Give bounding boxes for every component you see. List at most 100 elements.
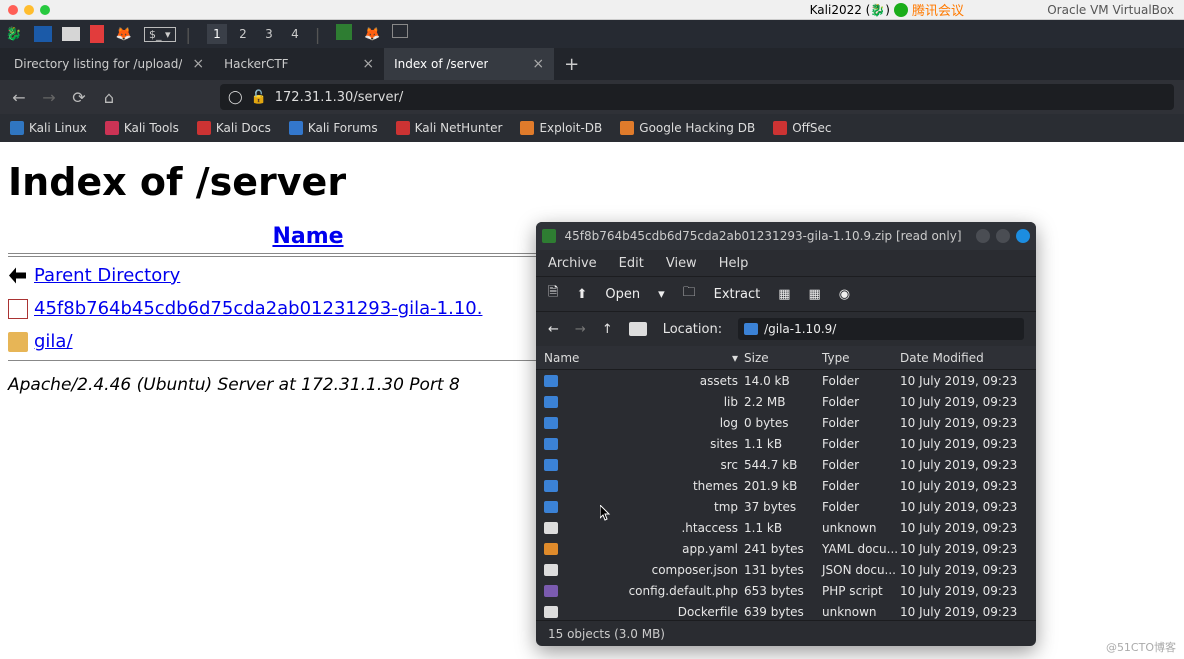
bookmark-kali-linux[interactable]: Kali Linux	[10, 121, 87, 135]
minimize-dot[interactable]	[24, 5, 34, 15]
tab-label: Directory listing for /upload/	[14, 57, 182, 71]
archive-app-icon	[542, 229, 556, 243]
reload-icon[interactable]: ⟳	[70, 88, 88, 107]
zip-file-icon	[8, 299, 28, 319]
terminal-dropdown-icon[interactable]: $_ ▾	[144, 27, 176, 42]
menu-help[interactable]: Help	[719, 256, 749, 271]
terminal-running-icon[interactable]	[392, 24, 408, 38]
dir-link[interactable]: gila/	[34, 331, 73, 352]
menu-archive[interactable]: Archive	[548, 256, 597, 271]
file-row[interactable]: composer.json131 bytesJSON docu...10 Jul…	[536, 559, 1036, 580]
text-editor-icon[interactable]	[90, 25, 104, 43]
close-icon[interactable]: ×	[192, 56, 204, 72]
close-button[interactable]	[1016, 229, 1030, 243]
workspace-4[interactable]: 4	[285, 24, 305, 44]
file-row[interactable]: config.default.php653 bytesPHP script10 …	[536, 580, 1036, 601]
bookmark-label: Kali Forums	[308, 121, 378, 135]
loc-forward-icon[interactable]: →	[575, 322, 586, 337]
file-type: Folder	[822, 416, 900, 430]
taskbar-app-1[interactable]	[34, 26, 52, 42]
bookmark-label: Exploit-DB	[539, 121, 602, 135]
workspace-1[interactable]: 1	[207, 24, 227, 44]
shield-icon[interactable]: ◯	[228, 90, 243, 105]
close-dot[interactable]	[8, 5, 18, 15]
file-row[interactable]: Dockerfile639 bytesunknown10 July 2019, …	[536, 601, 1036, 620]
file-row[interactable]: tmp37 bytesFolder10 July 2019, 09:23	[536, 496, 1036, 517]
back-icon[interactable]: ←	[10, 88, 28, 107]
kali-menu-icon[interactable]: 🐉	[4, 24, 24, 44]
workspace-2[interactable]: 2	[233, 24, 253, 44]
extract-icon[interactable]: 🗀	[683, 283, 696, 305]
col-size-header[interactable]: Size	[744, 351, 822, 365]
dir-link[interactable]: 45f8b764b45cdb6d75cda2ab01231293-gila-1.…	[34, 298, 482, 319]
col-date-header[interactable]: Date Modified	[900, 351, 1028, 365]
menu-edit[interactable]: Edit	[619, 256, 644, 271]
name-sort-link[interactable]: Name	[272, 224, 343, 249]
file-name: themes	[693, 479, 738, 493]
loc-back-icon[interactable]: ←	[548, 322, 559, 337]
file-row[interactable]: sites1.1 kBFolder10 July 2019, 09:23	[536, 433, 1036, 454]
file-type-icon	[544, 480, 558, 492]
bookmark-offsec[interactable]: OffSec	[773, 121, 831, 135]
toolbar-stop-icon[interactable]: ◉	[839, 287, 850, 302]
bookmark-kali-tools[interactable]: Kali Tools	[105, 121, 179, 135]
file-row[interactable]: assets14.0 kBFolder10 July 2019, 09:23	[536, 370, 1036, 391]
location-input[interactable]: /gila-1.10.9/	[738, 318, 1024, 340]
file-row[interactable]: log0 bytesFolder10 July 2019, 09:23	[536, 412, 1036, 433]
file-row[interactable]: .htaccess1.1 kBunknown10 July 2019, 09:2…	[536, 517, 1036, 538]
archive-titlebar[interactable]: 45f8b764b45cdb6d75cda2ab01231293-gila-1.…	[536, 222, 1036, 250]
insecure-lock-icon[interactable]: 🔓	[251, 90, 267, 105]
bookmark-exploit-db[interactable]: Exploit-DB	[520, 121, 602, 135]
archive-running-icon[interactable]	[336, 24, 352, 40]
bookmark-label: OffSec	[792, 121, 831, 135]
bookmark-google-hacking-db[interactable]: Google Hacking DB	[620, 121, 755, 135]
directory-listing: Name Parent Directory 45f8b764b45cdb6d75c…	[8, 224, 608, 361]
toolbar-icon-2[interactable]: ▦	[809, 287, 821, 302]
file-manager-icon[interactable]	[62, 27, 80, 41]
dir-link[interactable]: Parent Directory	[34, 265, 180, 286]
maximize-dot[interactable]	[40, 5, 50, 15]
new-archive-icon[interactable]: 🗎	[548, 283, 558, 305]
file-type: unknown	[822, 605, 900, 619]
file-row[interactable]: themes201.9 kBFolder10 July 2019, 09:23	[536, 475, 1036, 496]
address-bar[interactable]: ◯ 🔓 172.31.1.30/server/	[220, 84, 1174, 110]
add-files-icon[interactable]: ⬆	[576, 287, 587, 302]
open-button[interactable]: Open	[605, 287, 640, 302]
file-date: 10 July 2019, 09:23	[900, 500, 1028, 514]
tab-index-of-server[interactable]: Index of /server ×	[384, 48, 554, 80]
new-tab-button[interactable]: +	[554, 54, 589, 75]
firefox-icon[interactable]: 🦊	[114, 24, 134, 44]
forward-icon[interactable]: →	[40, 88, 58, 107]
loc-up-icon[interactable]: ↑	[602, 322, 613, 337]
firefox-running-icon[interactable]: 🦊	[362, 24, 382, 44]
extract-button[interactable]: Extract	[714, 287, 761, 302]
file-name: tmp	[714, 500, 738, 514]
close-icon[interactable]: ×	[532, 56, 544, 72]
menu-view[interactable]: View	[666, 256, 697, 271]
tab-directory-listing[interactable]: Directory listing for /upload/ ×	[4, 48, 214, 80]
file-row[interactable]: app.yaml241 bytesYAML docu...10 July 201…	[536, 538, 1036, 559]
bookmark-kali-forums[interactable]: Kali Forums	[289, 121, 378, 135]
dir-entry: Parent Directory	[8, 259, 608, 292]
loc-home-icon[interactable]	[629, 322, 647, 336]
toolbar-icon-1[interactable]: ▦	[778, 287, 790, 302]
file-type-icon	[544, 522, 558, 534]
file-row[interactable]: src544.7 kBFolder10 July 2019, 09:23	[536, 454, 1036, 475]
col-name-header[interactable]: Name ▾	[544, 351, 744, 365]
maximize-button[interactable]	[996, 229, 1010, 243]
open-dropdown-icon[interactable]: ▾	[658, 287, 665, 302]
home-icon[interactable]: ⌂	[100, 88, 118, 107]
workspace-3[interactable]: 3	[259, 24, 279, 44]
file-row[interactable]: lib2.2 MBFolder10 July 2019, 09:23	[536, 391, 1036, 412]
bookmark-kali-docs[interactable]: Kali Docs	[197, 121, 271, 135]
col-type-header[interactable]: Type	[822, 351, 900, 365]
file-type-icon	[544, 585, 558, 597]
minimize-button[interactable]	[976, 229, 990, 243]
archive-statusbar: 15 objects (3.0 MB)	[536, 620, 1036, 646]
bookmark-kali-nethunter[interactable]: Kali NetHunter	[396, 121, 503, 135]
archive-file-list: assets14.0 kBFolder10 July 2019, 09:23li…	[536, 370, 1036, 620]
location-label: Location:	[663, 322, 722, 337]
close-icon[interactable]: ×	[362, 56, 374, 72]
file-type-icon	[544, 438, 558, 450]
tab-hackerctf[interactable]: HackerCTF ×	[214, 48, 384, 80]
